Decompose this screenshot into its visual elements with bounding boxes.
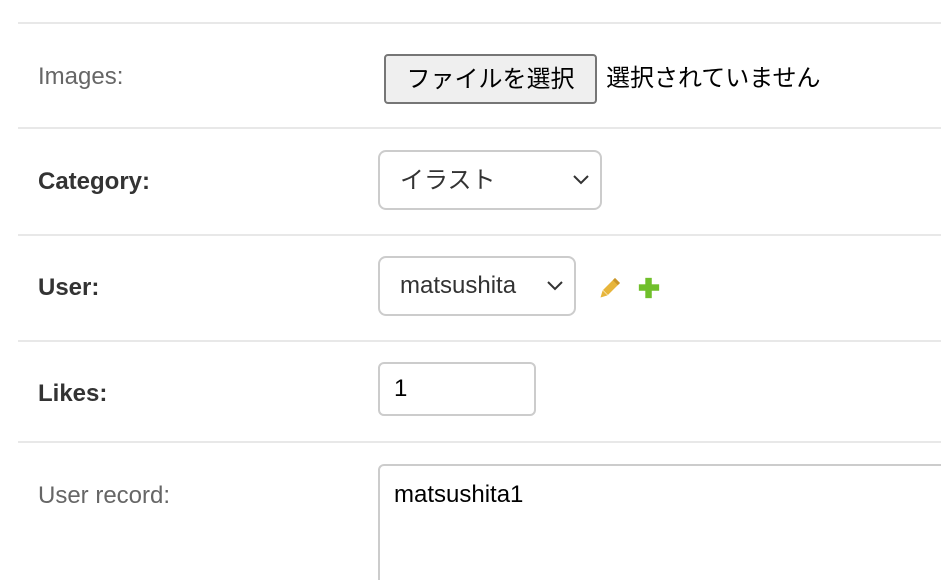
row-divider bbox=[18, 22, 941, 24]
change-form: Images: ファイルを選択 選択されていません Category: イラスト… bbox=[0, 0, 941, 580]
images-label: Images: bbox=[38, 63, 124, 90]
row-divider bbox=[18, 340, 941, 342]
chevron-down-icon bbox=[547, 281, 563, 291]
chevron-down-icon bbox=[573, 175, 589, 185]
edit-user-button[interactable] bbox=[596, 276, 622, 302]
likes-input[interactable]: 1 bbox=[378, 362, 536, 416]
row-divider bbox=[18, 127, 941, 129]
category-selected-value: イラスト bbox=[400, 166, 496, 194]
user-label: User: bbox=[38, 274, 100, 301]
category-label: Category: bbox=[38, 168, 151, 195]
pencil-icon bbox=[600, 278, 620, 298]
category-select[interactable]: イラスト bbox=[378, 150, 602, 210]
user-select[interactable]: matsushita bbox=[378, 256, 576, 316]
user-selected-value: matsushita bbox=[400, 272, 517, 299]
plus-icon bbox=[638, 277, 660, 299]
user-record-textarea[interactable]: matsushita1 bbox=[378, 464, 941, 580]
choose-file-button[interactable]: ファイルを選択 bbox=[384, 54, 597, 104]
row-divider bbox=[18, 441, 941, 443]
file-status-text: 選択されていません bbox=[606, 64, 821, 92]
user-record-label: User record: bbox=[38, 482, 171, 509]
likes-label: Likes: bbox=[38, 380, 108, 407]
row-divider bbox=[18, 234, 941, 236]
add-user-button[interactable] bbox=[637, 276, 663, 302]
